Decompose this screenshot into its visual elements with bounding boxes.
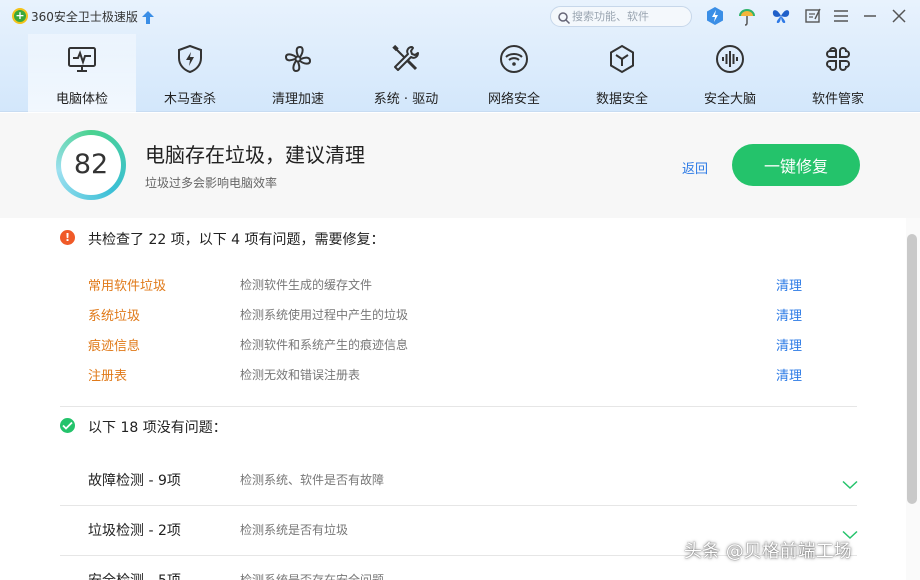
check-row-fault[interactable]: 故障检测 - 9项 检测系统、软件是否有故障 (60, 456, 858, 506)
umbrella-icon[interactable] (737, 6, 757, 26)
issue-row: 系统垃圾 检测系统使用过程中产生的垃圾 清理 (88, 305, 808, 327)
checkup-summary: 82 电脑存在垃圾，建议清理 垃圾过多会影响电脑效率 返回 一键修复 (0, 113, 920, 218)
nav-label: 电脑体检 (55, 92, 108, 107)
fan-icon (282, 43, 314, 75)
scrollbar-thumb[interactable] (907, 234, 917, 504)
check-name: 故障检测 - 9项 (88, 473, 181, 489)
nav-item-network-security[interactable]: 网络安全 (460, 34, 568, 112)
nav-item-software-manager[interactable]: 软件管家 (784, 34, 892, 112)
ok-header: 以下 18 项没有问题： (88, 420, 227, 436)
feedback-icon[interactable] (803, 6, 823, 26)
wifi-icon (498, 43, 530, 75)
check-name: 垃圾检测 - 2项 (88, 523, 181, 539)
score-value: 82 (61, 135, 121, 195)
search-input[interactable] (572, 9, 687, 24)
results-panel: ! 共检查了 22 项，以下 4 项有问题，需要修复： 常用软件垃圾 检测软件生… (0, 218, 906, 580)
menu-icon[interactable] (831, 6, 851, 26)
nav-item-data-security[interactable]: 数据安全 (568, 34, 676, 112)
clean-link[interactable]: 清理 (776, 305, 802, 324)
check-desc: 检测系统、软件是否有故障 (240, 473, 385, 487)
issue-desc: 检测系统使用过程中产生的垃圾 (240, 308, 409, 322)
nav-item-pc-checkup[interactable]: 电脑体检 (28, 34, 136, 112)
issues-header: 共检查了 22 项，以下 4 项有问题，需要修复： (88, 232, 385, 248)
issue-desc: 检测无效和错误注册表 (240, 368, 361, 382)
issue-name: 常用软件垃圾 (88, 279, 167, 294)
nav-label: 清理加速 (271, 92, 324, 107)
app-title: 360安全卫士极速版 (31, 10, 138, 24)
issue-name: 注册表 (88, 369, 128, 384)
one-click-fix-button[interactable]: 一键修复 (732, 144, 860, 186)
speedup-hexagon-icon[interactable] (705, 6, 725, 26)
warning-icon: ! (60, 230, 75, 245)
nav-label: 系统 · 驱动 (373, 92, 439, 107)
issue-row: 痕迹信息 检测软件和系统产生的痕迹信息 清理 (88, 335, 808, 357)
issue-desc: 检测软件生成的缓存文件 (240, 278, 373, 292)
clean-link[interactable]: 清理 (776, 335, 802, 354)
clover-icon (822, 43, 854, 75)
chevron-down-icon[interactable] (842, 575, 858, 580)
nav-label: 安全大脑 (703, 92, 756, 107)
back-link[interactable]: 返回 (682, 158, 708, 177)
top-bar: + 360安全卫士极速版 搜索功能、软件 电脑体检 木马查杀 清理加速 系统 ·… (0, 0, 920, 112)
hexagon-y-icon (606, 43, 638, 75)
close-icon[interactable] (889, 6, 909, 26)
nav-label: 数据安全 (595, 92, 648, 107)
clean-link[interactable]: 清理 (776, 365, 802, 384)
summary-subtitle: 垃圾过多会影响电脑效率 (145, 176, 278, 190)
issue-row: 常用软件垃圾 检测软件生成的缓存文件 清理 (88, 275, 808, 297)
section-divider (60, 406, 857, 407)
butterfly-icon[interactable] (771, 6, 791, 26)
check-circle-icon (60, 418, 75, 433)
nav-item-cleanup[interactable]: 清理加速 (244, 34, 352, 112)
shield-bolt-icon (174, 43, 206, 75)
nav-item-system-driver[interactable]: 系统 · 驱动 (352, 34, 460, 112)
chevron-down-icon[interactable] (842, 475, 858, 490)
nav-item-trojan-scan[interactable]: 木马查杀 (136, 34, 244, 112)
check-desc: 检测系统是否有垃圾 (240, 523, 349, 537)
nav-label: 软件管家 (811, 92, 864, 107)
search-icon (557, 10, 571, 25)
brain-wave-icon (714, 43, 746, 75)
clean-link[interactable]: 清理 (776, 275, 802, 294)
check-desc: 检测系统是否存在安全问题 (240, 573, 385, 580)
issue-name: 痕迹信息 (88, 339, 141, 354)
app-logo-icon: + (12, 8, 28, 24)
nav-item-security-brain[interactable]: 安全大脑 (676, 34, 784, 112)
issue-row: 注册表 检测无效和错误注册表 清理 (88, 365, 808, 387)
summary-title: 电脑存在垃圾，建议清理 (145, 143, 365, 167)
title-bar: + 360安全卫士极速版 (0, 0, 920, 32)
issue-desc: 检测软件和系统产生的痕迹信息 (240, 338, 409, 352)
check-name: 安全检测 - 5项 (88, 570, 181, 580)
wrench-screwdriver-icon (390, 43, 422, 75)
watermark-text: 头条 @贝格前端工场 (684, 541, 852, 562)
search-box[interactable] (550, 6, 692, 27)
minimize-icon[interactable] (860, 6, 880, 26)
upgrade-arrow-icon[interactable] (142, 9, 154, 24)
issue-name: 系统垃圾 (88, 309, 141, 324)
nav-label: 网络安全 (487, 92, 540, 107)
chevron-down-icon[interactable] (842, 525, 858, 540)
nav-label: 木马查杀 (163, 92, 216, 107)
score-ring: 82 (56, 130, 126, 200)
main-nav: 电脑体检 木马查杀 清理加速 系统 · 驱动 网络安全 数据安全 安全大脑 软件… (28, 34, 892, 112)
monitor-pulse-icon (66, 43, 98, 75)
